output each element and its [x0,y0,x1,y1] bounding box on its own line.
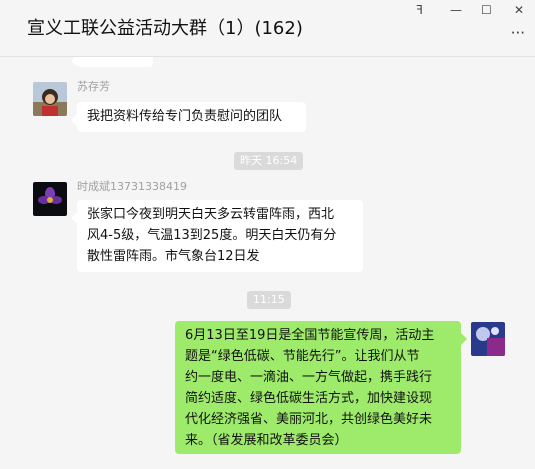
avatar[interactable] [33,182,67,216]
avatar-flower-icon [33,182,67,216]
sender-name: 时成斌13731338419 [77,180,187,193]
message-bubble-partial [71,57,153,67]
chat-title: 宣义工联公益活动大群（1）(162) [27,18,303,39]
avatar-self-icon [471,322,505,356]
avatar-self[interactable] [471,322,505,356]
message-text: 我把资料传给专门负责慰问的团队 [87,109,283,124]
sender-name: 苏存芳 [77,80,110,93]
avatar-photo-icon [33,82,67,116]
close-icon[interactable]: ✕ [514,3,524,17]
message-bubble-self[interactable]: 6月13日至19日是全国节能宣传周，活动主 题是“绿色低碳、节能先行”。让我们从… [175,321,467,454]
maximize-icon[interactable]: ☐ [481,3,492,17]
time-divider: 11:15 [247,291,291,309]
chat-header: 宣义工联公益活动大群（1）(162) ꟻ — ☐ ✕ ··· [0,0,535,57]
message-text: 6月13日至19日是全国节能宣传周，活动主 题是“绿色低碳、节能先行”。让我们从… [185,328,435,448]
scrollbar[interactable] [531,57,535,469]
message-text: 张家口今夜到明天白天多云转雷阵雨，西北 风4-5级，气温13到25度。明天白天仍… [87,207,337,264]
message-bubble[interactable]: 我把资料传给专门负责慰问的团队 [71,102,306,132]
pin-icon[interactable]: ꟻ [416,3,423,17]
message-list[interactable]: 苏存芳 我把资料传给专门负责慰问的团队 昨天 16:54 时成斌13731338… [0,57,535,469]
avatar[interactable] [33,82,67,116]
minimize-icon[interactable]: — [450,3,462,17]
more-options-icon[interactable]: ··· [511,24,525,42]
message-bubble[interactable]: 张家口今夜到明天白天多云转雷阵雨，西北 风4-5级，气温13到25度。明天白天仍… [71,200,363,272]
time-divider: 昨天 16:54 [234,152,304,170]
